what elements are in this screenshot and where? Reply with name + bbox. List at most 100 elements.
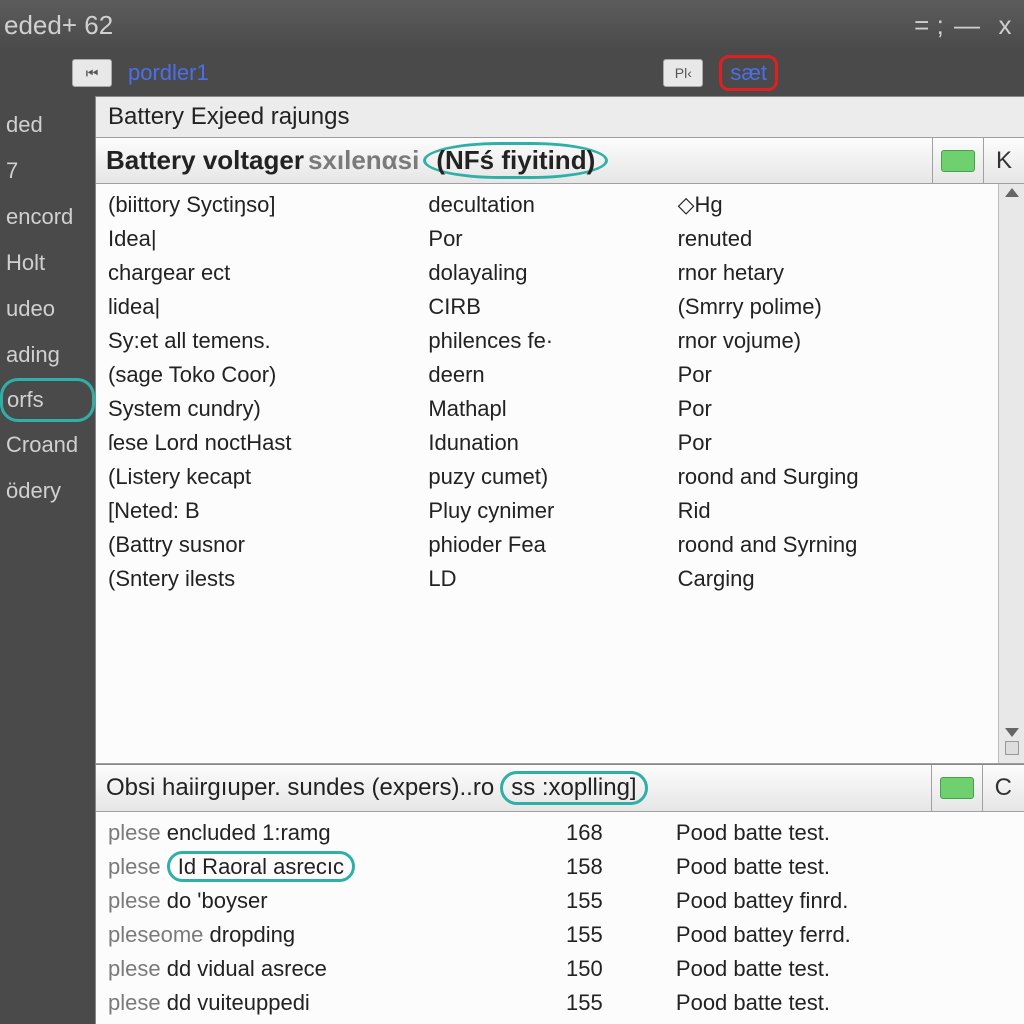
sidebar-item-7[interactable]: Croand <box>0 422 95 468</box>
table-row[interactable]: [Neted: BPluy cynimerRid <box>102 494 992 528</box>
cell-c2: Idunation <box>422 426 671 460</box>
sidebar-item-5[interactable]: ading <box>0 332 95 378</box>
cell-c1: plese encluded 1:ramg <box>102 816 560 850</box>
table-row[interactable]: plese Id Raoral asrecıc158Pood batte tes… <box>102 850 1018 884</box>
panel2-letter-button[interactable]: C <box>991 774 1016 802</box>
highlight-oval: Id Raoral asrecıc <box>167 851 355 882</box>
cell-c3: Rid <box>672 494 992 528</box>
cell-c2: Por <box>422 222 671 256</box>
cell-c1: (sage Toko Coor) <box>102 358 422 392</box>
scroll-up-icon[interactable] <box>1005 188 1019 197</box>
cell-c2: 155 <box>560 918 670 952</box>
table-row[interactable]: ſese Lord noctHastIdunationPor <box>102 426 992 460</box>
main: Battery Exjeed rajungs Battery voltager … <box>95 96 1024 1024</box>
table-row[interactable]: Idea|Porrenuted <box>102 222 992 256</box>
panel2: Obsi haiirgıuper. sundes (expers)..ro ss… <box>96 764 1024 1024</box>
panel2-table: plese encluded 1:ramg168Pood batte test.… <box>102 816 1018 1020</box>
play-icon[interactable]: Pl‹ <box>663 59 703 87</box>
cell-c3: Pood batte test. <box>670 816 1018 850</box>
window-extra[interactable]: = ; <box>914 10 944 41</box>
table-row[interactable]: (Sntery ilestsLDCarging <box>102 562 992 596</box>
cell-c1: plese Id Raoral asrecıc <box>102 850 560 884</box>
panel1-table-wrap: (biittory Syctiŋso]decultation◇HgIdea|Po… <box>96 184 1024 764</box>
cell-c2: dolayaling <box>422 256 671 290</box>
cell-c2: CIRB <box>422 290 671 324</box>
sidebar-item-8[interactable]: ödery <box>0 468 95 514</box>
cell-c2: 158 <box>560 850 670 884</box>
panel1-header-b: sxılenαsi <box>308 145 419 176</box>
sidebar-item-1[interactable]: 7 <box>0 148 95 194</box>
cell-c2: phioder Fea <box>422 528 671 562</box>
panel1-header-main: Battery voltager sxılenαsi (NFś fiyitind… <box>96 138 932 183</box>
table-row[interactable]: lidea|CIRB(Smrry polime) <box>102 290 992 324</box>
panel1-header-side2: K <box>983 138 1024 183</box>
panel1-subtitle: Battery Exjeed rajungs <box>96 97 1024 137</box>
cell-c3: Pood batte test. <box>670 952 1018 986</box>
cell-c3: Por <box>672 426 992 460</box>
table-row[interactable]: plese dd vidual asrece150Pood batte test… <box>102 952 1018 986</box>
cell-c1: plese dd vidual asrece <box>102 952 560 986</box>
close-button[interactable]: x <box>990 10 1020 41</box>
cell-c3: Por <box>672 358 992 392</box>
cell-c2: 155 <box>560 986 670 1020</box>
table-row[interactable]: chargear ectdolayalingrnor hetary <box>102 256 992 290</box>
toolbar-link-2[interactable]: sæt <box>719 55 778 91</box>
toolbar-link-1[interactable]: pordler1 <box>128 60 209 86</box>
cell-c1: plese dd vuiteuppedi <box>102 986 560 1020</box>
cell-c3: renuted <box>672 222 992 256</box>
cell-c3: roond and Syrning <box>672 528 992 562</box>
cell-c3: (Smrry polime) <box>672 290 992 324</box>
panel1-badge-icon[interactable] <box>941 150 975 172</box>
window-controls: = ; — x <box>914 10 1020 41</box>
scroll-down-icon[interactable] <box>1005 728 1019 737</box>
table-row[interactable]: (biittory Syctiŋso]decultation◇Hg <box>102 188 992 222</box>
panel1-header: Battery voltager sxılenαsi (NFś fiyitind… <box>96 137 1024 184</box>
panel2-header-side <box>931 765 982 811</box>
panel1-header-side <box>932 138 983 183</box>
panel1-scrollbar[interactable] <box>998 184 1024 763</box>
cell-c1: Sy:et all temens. <box>102 324 422 358</box>
cell-c2: 155 <box>560 884 670 918</box>
cell-c2: 150 <box>560 952 670 986</box>
panel1-header-c: (NFś fiyitind) <box>423 142 608 179</box>
panel2-header: Obsi haiirgıuper. sundes (expers)..ro ss… <box>96 765 1024 812</box>
panel2-header-b: ss :xoplling] <box>500 771 647 805</box>
table-row[interactable]: plese do 'boyser155Pood battey finrd. <box>102 884 1018 918</box>
scroll-corner-icon <box>1005 741 1019 755</box>
table-row[interactable]: pleseome dropding155Pood battey ferrd. <box>102 918 1018 952</box>
sidebar-item-0[interactable]: ded <box>0 102 95 148</box>
sidebar-item-4[interactable]: udeo <box>0 286 95 332</box>
table-row[interactable]: (sage Toko Coor)deernPor <box>102 358 992 392</box>
panel2-table-wrap: plese encluded 1:ramg168Pood batte test.… <box>96 812 1024 1024</box>
sidebar-item-2[interactable]: encord <box>0 194 95 240</box>
cell-c2: Pluy cynimer <box>422 494 671 528</box>
panel2-badge-icon[interactable] <box>940 777 974 799</box>
table-row[interactable]: (Listery kecaptpuzy cumet)roond and Surg… <box>102 460 992 494</box>
sidebar-item-6[interactable]: orfs <box>0 378 95 422</box>
window-title: eded+ 62 <box>0 10 113 41</box>
cell-c2: LD <box>422 562 671 596</box>
panel1-letter-button[interactable]: K <box>992 147 1016 175</box>
table-row[interactable]: (Battry susnorphioder Fearoond and Syrni… <box>102 528 992 562</box>
cell-c3: ◇Hg <box>672 188 992 222</box>
cell-c1: lidea| <box>102 290 422 324</box>
table-row[interactable]: plese dd vuiteuppedi155Pood batte test. <box>102 986 1018 1020</box>
cell-c3: Pood batte test. <box>670 986 1018 1020</box>
minimize-button[interactable]: — <box>952 10 982 41</box>
cell-c1: Idea| <box>102 222 422 256</box>
cell-c1: pleseome dropding <box>102 918 560 952</box>
panel2-header-a: Obsi haiirgıuper. sundes (expers)..ro <box>106 774 494 802</box>
cell-c2: philences fe· <box>422 324 671 358</box>
panel2-header-main: Obsi haiirgıuper. sundes (expers)..ro ss… <box>96 765 931 811</box>
sidebar-item-3[interactable]: Holt <box>0 240 95 286</box>
cell-c3: Por <box>672 392 992 426</box>
table-row[interactable]: Sy:et all temens.philences fe·rnor vojum… <box>102 324 992 358</box>
prev-icon[interactable]: ⏮ <box>72 59 112 87</box>
cell-c2: puzy cumet) <box>422 460 671 494</box>
table-row[interactable]: System cundry)MathaplPor <box>102 392 992 426</box>
table-row[interactable]: plese encluded 1:ramg168Pood batte test. <box>102 816 1018 850</box>
cell-c2: deern <box>422 358 671 392</box>
cell-c3: Pood batte test. <box>670 850 1018 884</box>
cell-c1: ſese Lord noctHast <box>102 426 422 460</box>
cell-c1: (Listery kecapt <box>102 460 422 494</box>
